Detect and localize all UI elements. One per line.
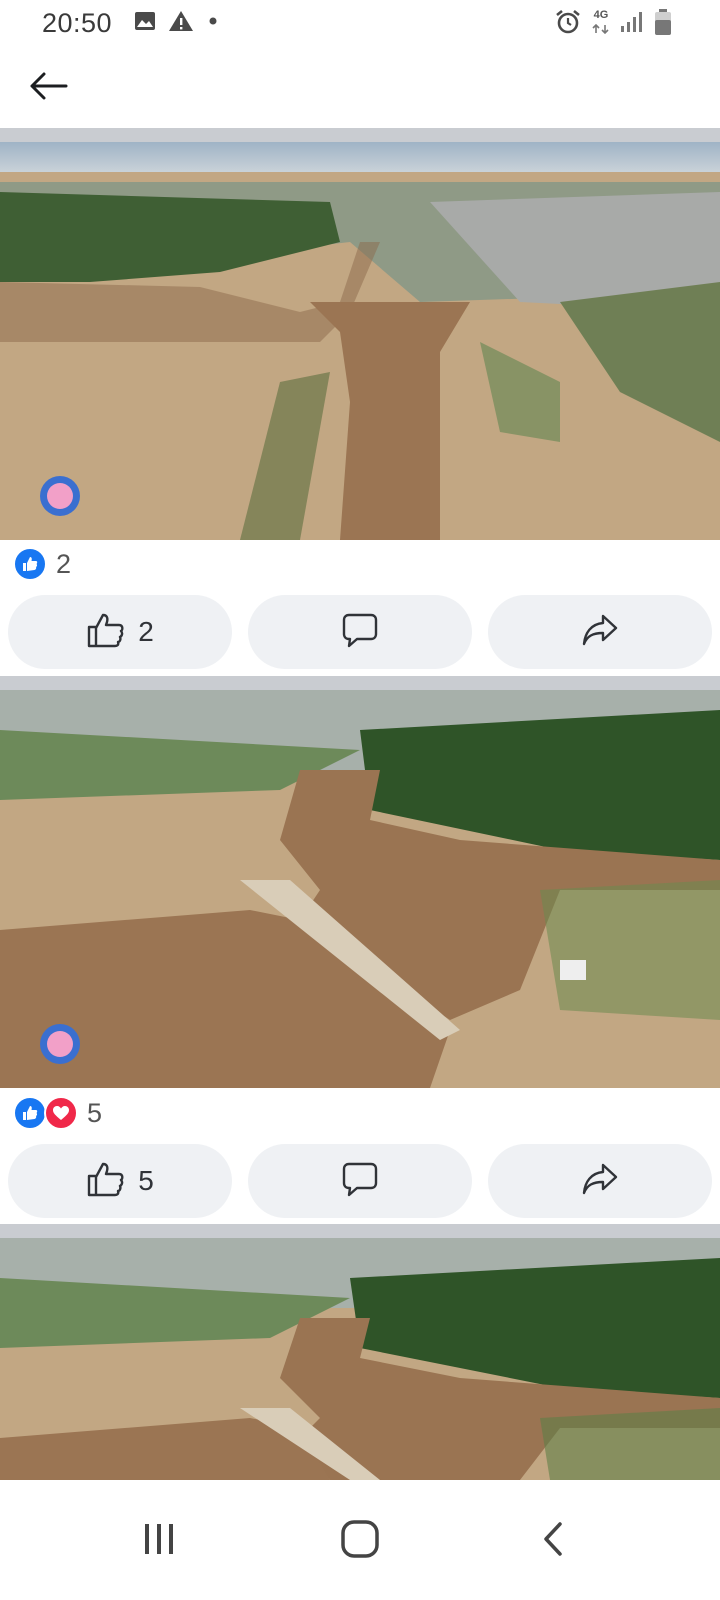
post-photo[interactable] bbox=[0, 142, 720, 540]
home-icon bbox=[340, 1519, 380, 1564]
4g-icon: 4G bbox=[592, 10, 610, 39]
like-button[interactable]: 2 bbox=[8, 595, 232, 669]
warning-icon bbox=[168, 10, 194, 37]
dot-icon bbox=[206, 10, 220, 37]
back-button[interactable] bbox=[24, 66, 72, 110]
like-reaction-icon bbox=[13, 1096, 47, 1130]
status-bar: 20:50 4G bbox=[0, 0, 720, 46]
comment-button[interactable] bbox=[248, 595, 472, 669]
post-actions: 2 bbox=[8, 595, 712, 669]
recent-apps-icon bbox=[141, 1522, 177, 1561]
share-button[interactable] bbox=[488, 1144, 712, 1218]
system-nav-bar bbox=[0, 1480, 720, 1600]
comment-icon bbox=[341, 612, 379, 653]
home-button[interactable] bbox=[325, 1506, 395, 1576]
comment-icon bbox=[341, 1161, 379, 1202]
post-photo[interactable] bbox=[0, 690, 720, 1088]
status-left-icons bbox=[134, 10, 220, 37]
recent-apps-button[interactable] bbox=[124, 1506, 194, 1576]
post-photo[interactable] bbox=[0, 1238, 720, 1480]
post-actions: 5 bbox=[8, 1144, 712, 1218]
share-button[interactable] bbox=[488, 595, 712, 669]
image-icon bbox=[134, 10, 156, 37]
nav-back-button[interactable] bbox=[518, 1506, 588, 1576]
post-separator bbox=[0, 676, 720, 690]
top-app-bar bbox=[0, 46, 720, 130]
post-separator bbox=[0, 1224, 720, 1238]
thumbs-up-icon bbox=[86, 1161, 126, 1202]
comment-button[interactable] bbox=[248, 1144, 472, 1218]
post-separator bbox=[0, 128, 720, 142]
love-reaction-icon bbox=[44, 1096, 78, 1130]
back-icon bbox=[538, 1521, 568, 1562]
reactions-count: 5 bbox=[87, 1097, 103, 1128]
reactions-summary[interactable]: 5 bbox=[13, 1095, 102, 1131]
arrow-left-icon bbox=[28, 71, 68, 106]
like-button[interactable]: 5 bbox=[8, 1144, 232, 1218]
status-time: 20:50 bbox=[42, 8, 113, 38]
status-right-icons: 4G bbox=[554, 8, 672, 41]
battery-icon bbox=[654, 8, 672, 41]
reactions-count: 2 bbox=[56, 548, 72, 579]
signal-icon bbox=[620, 11, 644, 38]
share-icon bbox=[581, 613, 619, 652]
thumbs-up-icon bbox=[86, 612, 126, 653]
share-icon bbox=[581, 1162, 619, 1201]
alarm-icon bbox=[554, 9, 582, 40]
like-count: 5 bbox=[138, 1165, 154, 1196]
like-reaction-icon bbox=[13, 547, 47, 581]
like-count: 2 bbox=[138, 616, 154, 647]
reactions-summary[interactable]: 2 bbox=[13, 546, 71, 582]
